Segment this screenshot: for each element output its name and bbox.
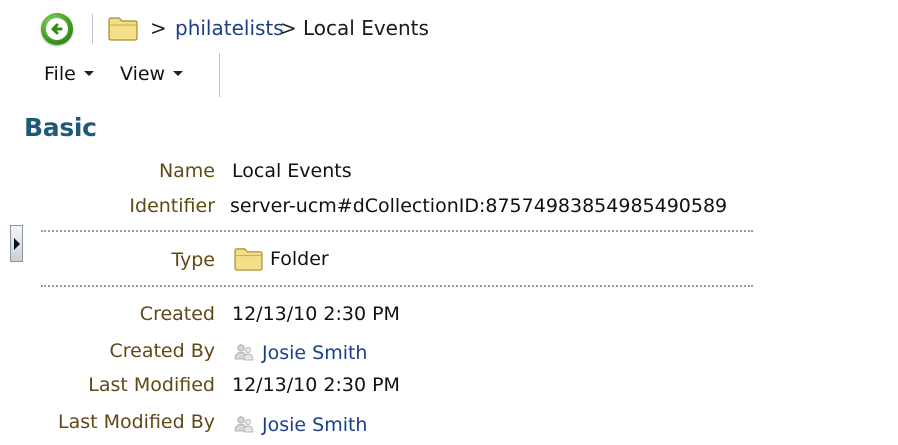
created-by-user-link[interactable]: Josie Smith — [262, 342, 367, 364]
breadcrumb-divider — [92, 14, 93, 44]
back-arrow-icon — [51, 23, 63, 35]
file-menu-label: File — [44, 63, 76, 85]
created-by-label: Created By — [109, 340, 215, 362]
view-menu-label: View — [120, 63, 166, 85]
breadcrumb-link-philatelists[interactable]: philatelists — [175, 16, 284, 40]
section-divider — [41, 230, 753, 232]
identifier-label: Identifier — [129, 195, 215, 217]
created-label: Created — [139, 303, 215, 325]
breadcrumb-current: Local Events — [303, 16, 429, 40]
section-divider — [41, 285, 753, 287]
breadcrumb-separator: > — [150, 16, 167, 40]
identifier-value: server-ucm#dCollectionID:875749838549854… — [230, 195, 728, 217]
folder-icon — [234, 248, 263, 271]
last-modified-by-user-link[interactable]: Josie Smith — [262, 414, 367, 436]
chevron-down-icon — [83, 71, 94, 76]
toolbar-divider — [219, 53, 220, 97]
last-modified-label: Last Modified — [88, 374, 215, 396]
name-value: Local Events — [232, 160, 352, 182]
last-modified-value: 12/13/10 2:30 PM — [232, 374, 400, 396]
back-button[interactable] — [41, 13, 73, 45]
section-title: Basic — [24, 113, 97, 142]
user-icon — [234, 416, 254, 433]
file-menu[interactable]: File — [44, 63, 94, 85]
type-label: Type — [171, 249, 215, 271]
breadcrumb-separator: > — [280, 16, 297, 40]
created-value: 12/13/10 2:30 PM — [232, 303, 400, 325]
folder-icon[interactable] — [108, 15, 138, 41]
last-modified-by-label: Last Modified By — [57, 411, 215, 433]
expand-arrow-icon — [14, 238, 20, 250]
user-icon — [234, 344, 254, 361]
chevron-down-icon — [173, 71, 184, 76]
name-label: Name — [158, 160, 215, 182]
type-value: Folder — [270, 248, 329, 270]
view-menu[interactable]: View — [120, 63, 184, 85]
expand-panel-toggle[interactable] — [10, 225, 23, 262]
